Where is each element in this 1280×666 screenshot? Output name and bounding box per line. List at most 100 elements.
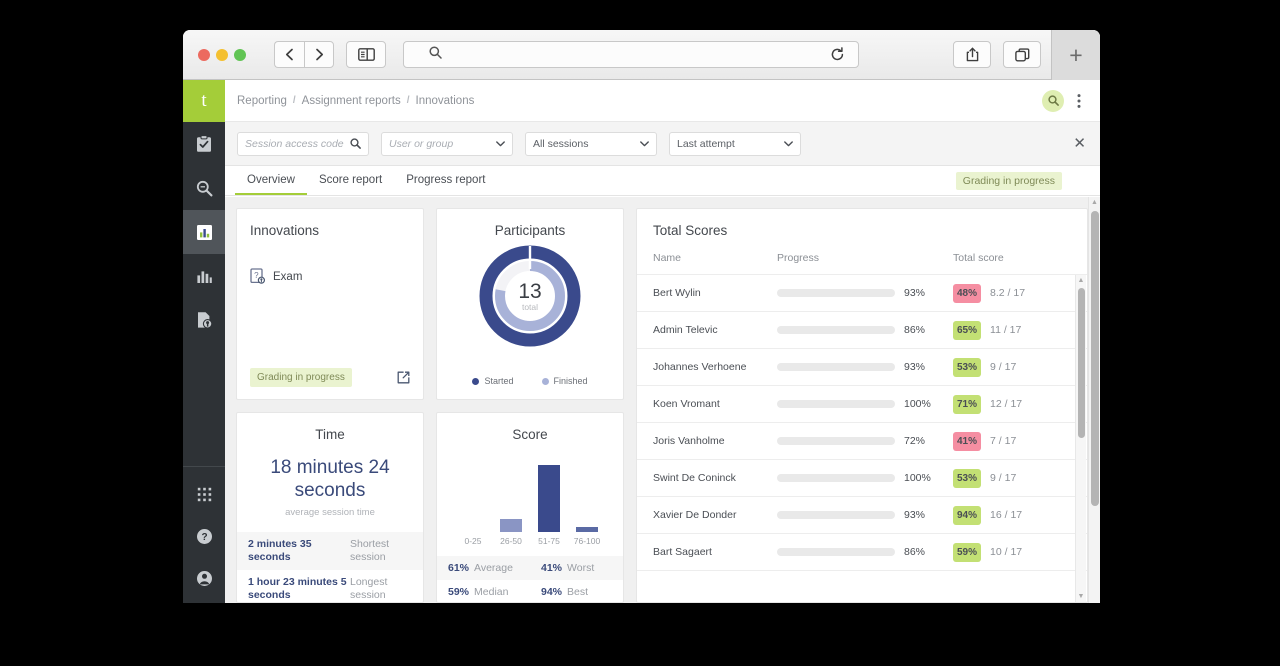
breadcrumb: Reporting / Assignment reports / Innovat… bbox=[237, 95, 474, 107]
scroll-down-arrow-icon[interactable]: ▼ bbox=[1078, 591, 1085, 602]
row-progress-cell: 86% bbox=[777, 546, 953, 558]
grading-status-badge: Grading in progress bbox=[250, 368, 352, 387]
score-histogram bbox=[461, 454, 599, 532]
row-score-cell: 53% 9 / 17 bbox=[953, 468, 1071, 488]
browser-tabs-button[interactable] bbox=[1003, 41, 1041, 68]
page-scrollbar[interactable]: ▲ bbox=[1088, 197, 1100, 603]
breadcrumb-item-assignment-reports[interactable]: Assignment reports bbox=[302, 95, 401, 107]
page-scrollbar-thumb[interactable] bbox=[1090, 211, 1099, 506]
tab-score-report[interactable]: Score report bbox=[307, 166, 394, 195]
chevron-down-icon bbox=[496, 140, 505, 147]
time-card: Time 18 minutes 24 seconds average sessi… bbox=[236, 412, 424, 603]
window-close-button[interactable] bbox=[198, 49, 210, 61]
report-chart-icon bbox=[196, 224, 212, 240]
table-row[interactable]: Bert Wylin 93% 48% 8.2 / 17 bbox=[637, 275, 1087, 312]
table-row[interactable]: Xavier De Donder 93% 94% 16 / 17 bbox=[637, 497, 1087, 534]
participants-total-value: 13 bbox=[518, 280, 542, 303]
row-progress-percent: 93% bbox=[904, 361, 926, 373]
application-root: t ? Reporting / Assignment reports / Inn… bbox=[183, 80, 1100, 603]
document-tag-icon bbox=[197, 312, 212, 329]
session-access-code-input[interactable]: Session access code bbox=[237, 131, 369, 156]
table-row[interactable]: Johannes Verhoene 93% 53% 9 / 17 bbox=[637, 349, 1087, 386]
table-row[interactable]: Swint De Coninck 100% 53% 9 / 17 bbox=[637, 460, 1087, 497]
user-or-group-placeholder: User or group bbox=[389, 137, 454, 150]
sidebar-item-help[interactable]: ? bbox=[183, 515, 225, 557]
breadcrumb-separator: / bbox=[406, 95, 410, 106]
user-circle-icon bbox=[196, 570, 212, 586]
header-more-button[interactable] bbox=[1070, 93, 1088, 109]
close-filters-button[interactable]: ✕ bbox=[1073, 136, 1086, 151]
sidebar-item-search[interactable] bbox=[183, 166, 225, 210]
browser-address-bar[interactable] bbox=[403, 41, 859, 68]
browser-new-tab-button[interactable]: + bbox=[1051, 30, 1100, 80]
page-scroll-up-arrow-icon[interactable]: ▲ bbox=[1091, 197, 1098, 209]
search-magnifier-icon bbox=[196, 180, 212, 196]
window-maximize-button[interactable] bbox=[234, 49, 246, 61]
breadcrumb-item-reporting[interactable]: Reporting bbox=[237, 95, 287, 107]
sidebar-item-reporting[interactable] bbox=[183, 210, 225, 254]
window-minimize-button[interactable] bbox=[216, 49, 228, 61]
row-name: Bart Sagaert bbox=[653, 546, 712, 558]
row-score-cell: 48% 8.2 / 17 bbox=[953, 283, 1071, 303]
legend-item-started: Started bbox=[472, 376, 514, 386]
open-external-button[interactable] bbox=[397, 371, 410, 384]
total-scores-title: Total Scores bbox=[653, 223, 728, 238]
table-scrollbar[interactable]: ▲ ▼ bbox=[1075, 275, 1086, 602]
row-progress-percent: 100% bbox=[904, 398, 931, 410]
score-stats-grid: 61% Average 41% Worst 59% Median 94% Bes… bbox=[437, 556, 623, 602]
table-row[interactable]: Koen Vromant 100% 71% 12 / 17 bbox=[637, 386, 1087, 423]
score-stat-best-value: 94% bbox=[541, 586, 563, 598]
table-row[interactable]: Admin Televic 86% 65% 11 / 17 bbox=[637, 312, 1087, 349]
row-progress-cell: 93% bbox=[777, 509, 953, 521]
browser-share-button[interactable] bbox=[953, 41, 991, 68]
score-title: Score bbox=[512, 427, 548, 442]
exam-label: Exam bbox=[273, 270, 303, 283]
chevron-right-icon bbox=[315, 48, 323, 61]
row-score-cell: 59% 10 / 17 bbox=[953, 542, 1071, 562]
total-scores-table-body[interactable]: Bert Wylin 93% 48% 8.2 / 17 Admin Televic 86%… bbox=[637, 275, 1087, 602]
progress-bar-track bbox=[777, 474, 895, 482]
left-navigation-rail: t ? bbox=[183, 80, 225, 603]
browser-back-button[interactable] bbox=[274, 41, 304, 68]
tabs-icon bbox=[1014, 47, 1029, 61]
header-search-button[interactable] bbox=[1042, 89, 1064, 112]
sessions-select[interactable]: All sessions bbox=[525, 131, 657, 156]
table-row[interactable]: Joris Vanholme 72% 41% 7 / 17 bbox=[637, 423, 1087, 460]
tab-progress-report-label: Progress report bbox=[406, 173, 486, 186]
row-progress-percent: 72% bbox=[904, 435, 926, 447]
legend-item-finished: Finished bbox=[541, 376, 588, 386]
browser-sidebar-toggle-button[interactable] bbox=[346, 41, 386, 68]
sidebar-item-assignments[interactable] bbox=[183, 122, 225, 166]
app-logo[interactable]: t bbox=[183, 80, 225, 122]
score-stat-average: 61% Average bbox=[437, 556, 530, 580]
tab-overview[interactable]: Overview bbox=[235, 166, 307, 195]
browser-window: + t ? Reporting / Assignment reports / I… bbox=[183, 30, 1100, 603]
breadcrumb-item-innovations[interactable]: Innovations bbox=[416, 95, 475, 107]
row-progress-cell: 100% bbox=[777, 398, 953, 410]
tab-progress-report[interactable]: Progress report bbox=[394, 166, 497, 195]
table-row[interactable]: Bart Sagaert 86% 59% 10 / 17 bbox=[637, 534, 1087, 571]
status-badge: 48% bbox=[953, 283, 982, 303]
legend-dot-started bbox=[472, 377, 480, 385]
sidebar-item-apps[interactable] bbox=[183, 473, 225, 515]
row-name: Admin Televic bbox=[653, 324, 718, 336]
table-scrollbar-thumb[interactable] bbox=[1077, 288, 1085, 438]
row-score-cell: 41% 7 / 17 bbox=[953, 431, 1071, 451]
scroll-up-arrow-icon[interactable]: ▲ bbox=[1078, 275, 1085, 286]
browser-forward-button[interactable] bbox=[304, 41, 334, 68]
browser-reload-button[interactable] bbox=[820, 41, 854, 68]
score-tick-2: 51-75 bbox=[538, 536, 560, 546]
score-stat-worst-value: 41% bbox=[541, 562, 563, 574]
sidebar-item-account[interactable] bbox=[183, 557, 225, 599]
user-or-group-select[interactable]: User or group bbox=[381, 131, 513, 156]
sidebar-item-content[interactable] bbox=[183, 298, 225, 342]
exam-list-item[interactable]: ? Exam bbox=[250, 268, 410, 285]
share-icon bbox=[966, 47, 978, 62]
row-name: Joris Vanholme bbox=[653, 435, 725, 447]
app-logo-text: t bbox=[201, 90, 207, 111]
time-title: Time bbox=[315, 427, 345, 442]
attempt-select[interactable]: Last attempt bbox=[669, 131, 801, 156]
more-vertical-icon bbox=[1077, 93, 1081, 108]
sidebar-item-analytics[interactable] bbox=[183, 254, 225, 298]
session-access-code-placeholder: Session access code bbox=[245, 137, 344, 150]
